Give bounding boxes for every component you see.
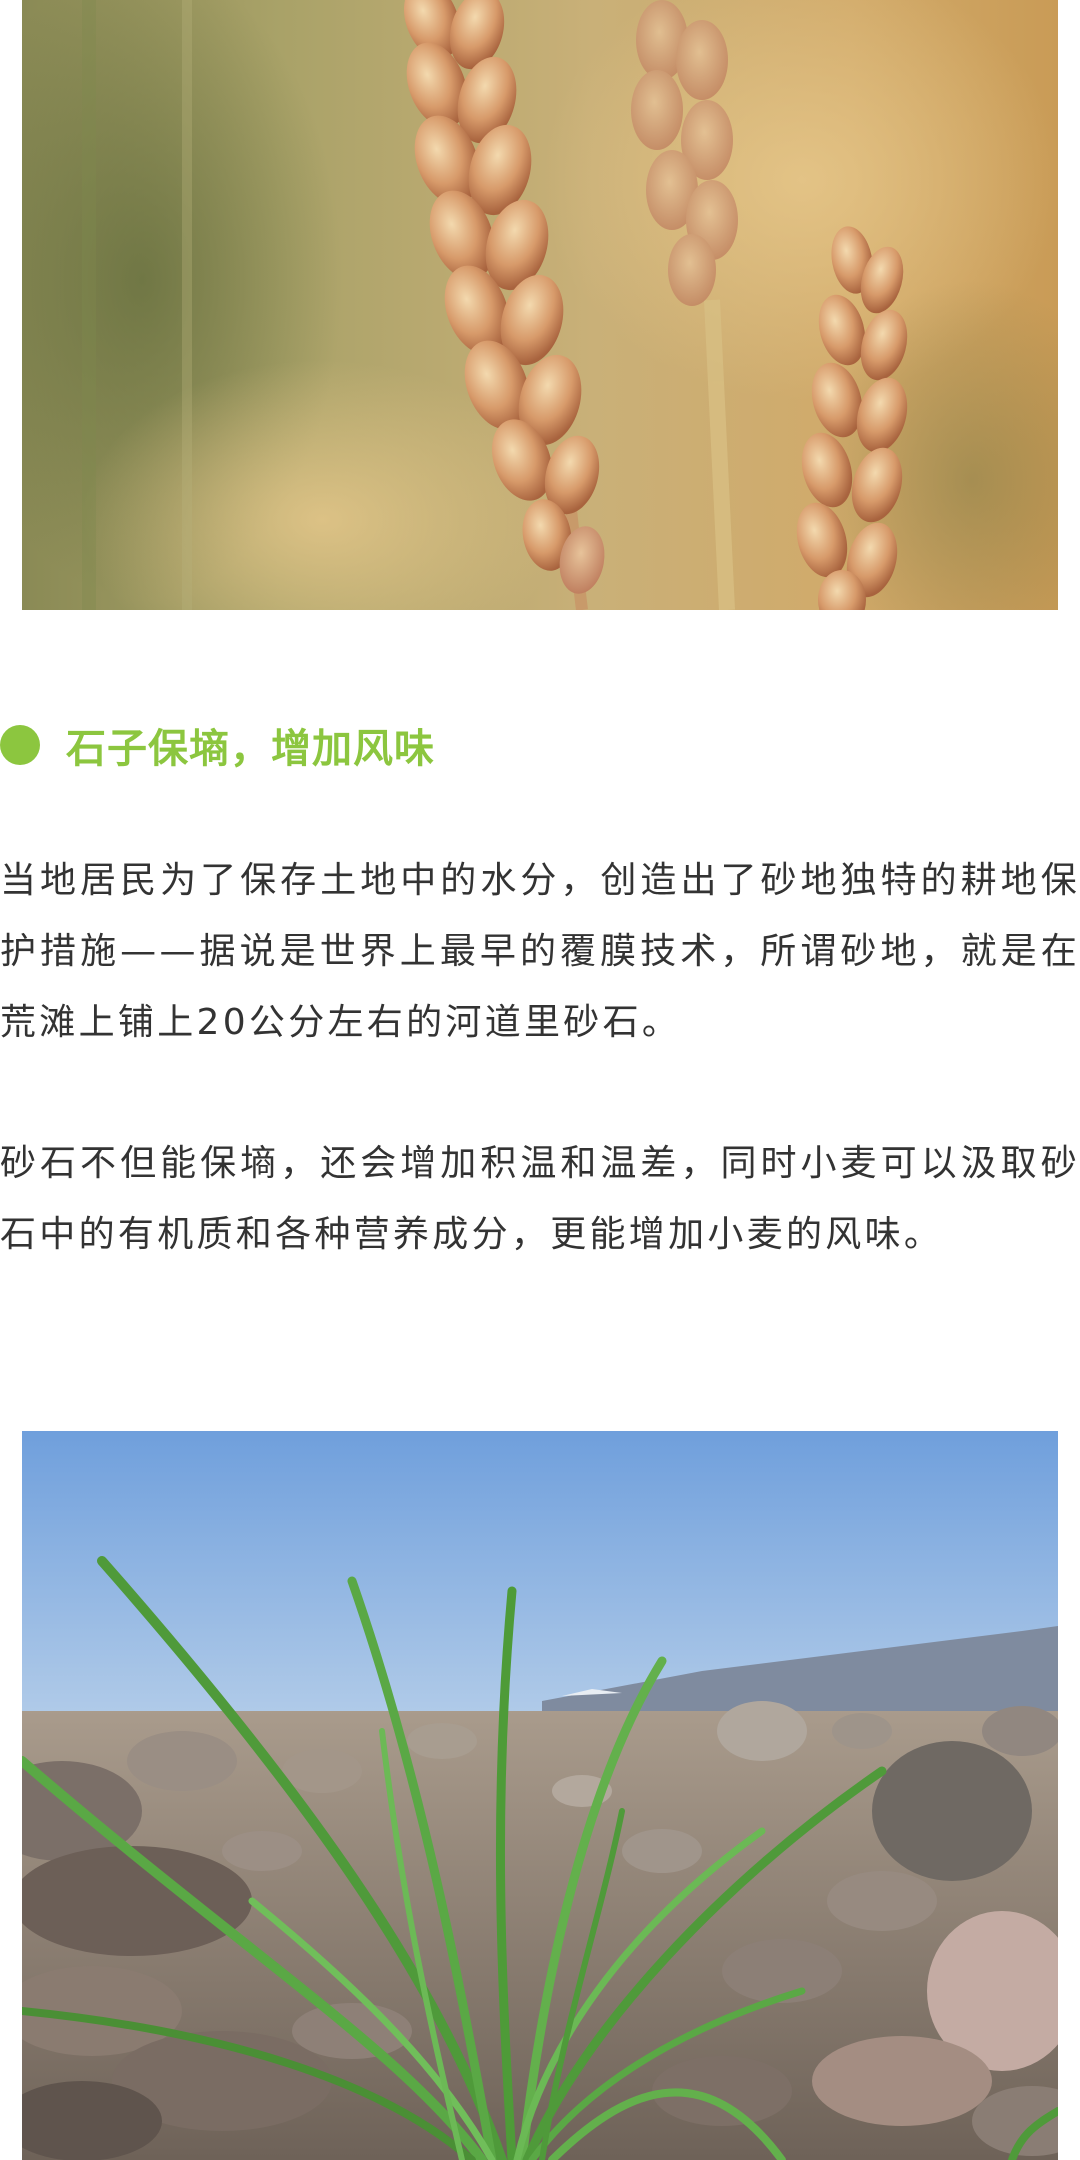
paragraph-1: 当地居民为了保存土地中的水分，创造出了砂地独特的耕地保护措施——据说是世界上最早… — [0, 860, 1080, 1043]
paragraph-2: 砂石不但能保墒，还会增加积温和温差，同时小麦可以汲取砂石中的有机质和各种营养成分… — [0, 1143, 1080, 1255]
wheat-ears-image — [22, 0, 1058, 610]
bullet-dot-icon — [0, 725, 40, 765]
wheat-seedlings-image — [22, 1431, 1058, 2160]
section-heading-text: 石子保墒，增加风味 — [66, 726, 435, 772]
section-heading: 石子保墒，增加风味 — [0, 715, 435, 775]
article-page: 石子保墒，增加风味 当地居民为了保存土地中的水分，创造出了砂地独特的耕地保护措施… — [0, 0, 1080, 2160]
